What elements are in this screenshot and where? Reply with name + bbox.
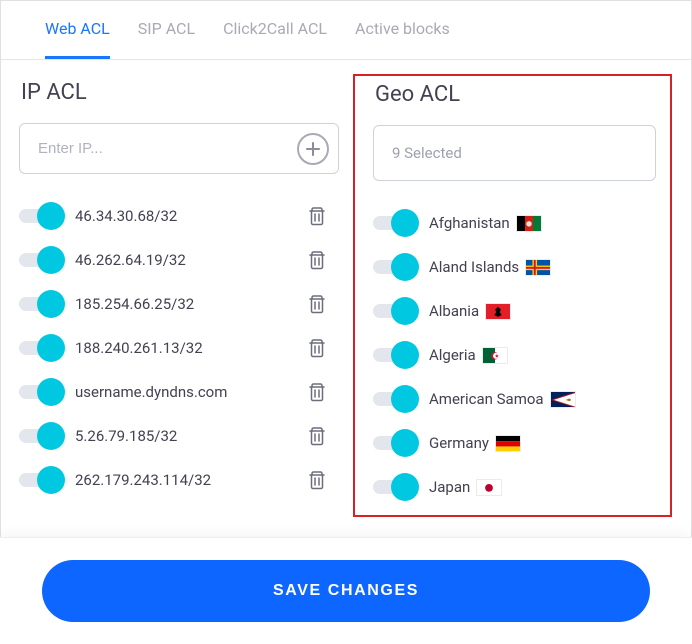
geo-acl-title: Geo ACL: [375, 82, 656, 107]
flag-icon: [516, 215, 542, 232]
tab-sip-acl[interactable]: SIP ACL: [138, 19, 195, 59]
toggle-switch[interactable]: [19, 334, 65, 362]
ip-value: 5.26.79.185/32: [75, 427, 307, 445]
add-ip-button[interactable]: [297, 133, 329, 165]
toggle-switch[interactable]: [373, 429, 419, 457]
geo-country: Algeria: [429, 346, 656, 364]
geo-country: Albania: [429, 302, 656, 320]
ip-acl-title: IP ACL: [21, 80, 339, 105]
tab-click2call-acl[interactable]: Click2Call ACL: [223, 19, 327, 59]
ip-row: 262.179.243.114/32: [19, 458, 339, 502]
ip-value: 262.179.243.114/32: [75, 471, 307, 489]
flag-icon: [485, 303, 511, 320]
tab-active-blocks[interactable]: Active blocks: [355, 19, 450, 59]
toggle-switch[interactable]: [373, 385, 419, 413]
flag-icon: [550, 391, 576, 408]
geo-row: Algeria: [373, 333, 656, 377]
ip-row: 46.34.30.68/32: [19, 194, 339, 238]
ip-row: 5.26.79.185/32: [19, 414, 339, 458]
toggle-switch[interactable]: [19, 378, 65, 406]
ip-input[interactable]: [19, 123, 339, 174]
geo-select-box[interactable]: 9 Selected: [373, 125, 656, 181]
toggle-switch[interactable]: [19, 466, 65, 494]
flag-icon: [495, 435, 521, 452]
footer: SAVE CHANGES: [0, 537, 692, 644]
flag-icon: [482, 347, 508, 364]
ip-value: username.dyndns.com: [75, 383, 307, 401]
toggle-switch[interactable]: [19, 202, 65, 230]
ip-value: 46.34.30.68/32: [75, 207, 307, 225]
ip-row: 185.254.66.25/32: [19, 282, 339, 326]
geo-country: American Samoa: [429, 390, 656, 408]
toggle-switch[interactable]: [373, 253, 419, 281]
flag-icon: [476, 479, 502, 496]
ip-value: 188.240.261.13/32: [75, 339, 307, 357]
geo-row: Aland Islands: [373, 245, 656, 289]
delete-button[interactable]: [307, 293, 327, 315]
geo-country: Afghanistan: [429, 214, 656, 232]
ip-row: 46.262.64.19/32: [19, 238, 339, 282]
delete-button[interactable]: [307, 381, 327, 403]
tab-web-acl[interactable]: Web ACL: [45, 19, 110, 59]
ip-value: 185.254.66.25/32: [75, 295, 307, 313]
ip-value: 46.262.64.19/32: [75, 251, 307, 269]
geo-row: Germany: [373, 421, 656, 465]
geo-country: Aland Islands: [429, 258, 656, 276]
tab-bar: Web ACL SIP ACL Click2Call ACL Active block…: [1, 1, 691, 60]
ip-row: username.dyndns.com: [19, 370, 339, 414]
toggle-switch[interactable]: [19, 290, 65, 318]
geo-country: Germany: [429, 434, 656, 452]
geo-row: Afghanistan: [373, 201, 656, 245]
toggle-switch[interactable]: [373, 473, 419, 501]
delete-button[interactable]: [307, 469, 327, 491]
geo-acl-panel: Geo ACL 9 Selected Afghanistan Aland Isla…: [353, 74, 672, 517]
ip-input-wrap: [19, 123, 339, 174]
flag-icon: [525, 259, 551, 276]
plus-icon: [305, 141, 321, 157]
toggle-switch[interactable]: [373, 297, 419, 325]
toggle-switch[interactable]: [19, 246, 65, 274]
toggle-switch[interactable]: [19, 422, 65, 450]
ip-row: 188.240.261.13/32: [19, 326, 339, 370]
geo-row: Japan: [373, 465, 656, 509]
toggle-switch[interactable]: [373, 209, 419, 237]
save-button[interactable]: SAVE CHANGES: [42, 560, 650, 622]
geo-row: American Samoa: [373, 377, 656, 421]
delete-button[interactable]: [307, 249, 327, 271]
ip-acl-panel: IP ACL 46.34.30.68/32 46.262.64.19/32 185.…: [19, 74, 351, 517]
delete-button[interactable]: [307, 425, 327, 447]
geo-country: Japan: [429, 478, 656, 496]
toggle-switch[interactable]: [373, 341, 419, 369]
delete-button[interactable]: [307, 205, 327, 227]
delete-button[interactable]: [307, 337, 327, 359]
geo-row: Albania: [373, 289, 656, 333]
